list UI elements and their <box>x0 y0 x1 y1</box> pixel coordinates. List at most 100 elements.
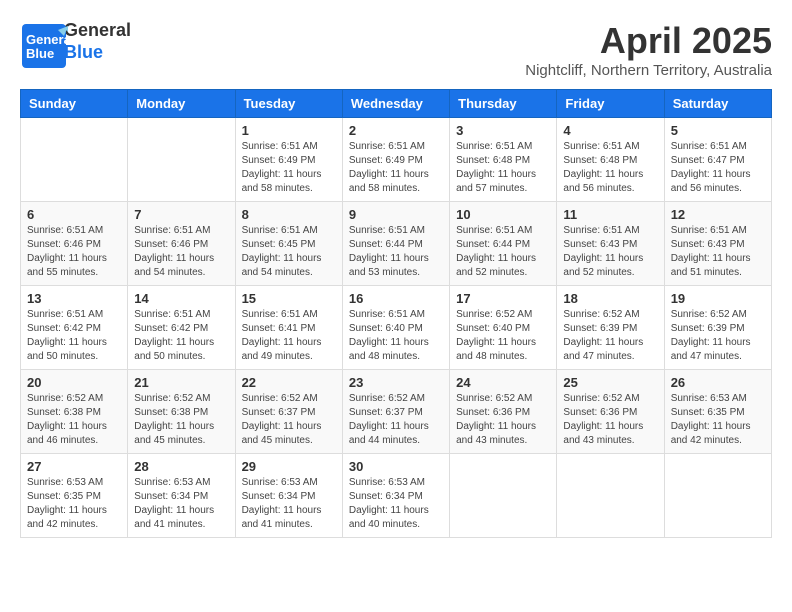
day-number: 10 <box>456 207 550 222</box>
day-header-saturday: Saturday <box>664 90 771 118</box>
calendar-cell: 8 Sunrise: 6:51 AMSunset: 6:45 PMDaylight… <box>235 202 342 286</box>
calendar-table: SundayMondayTuesdayWednesdayThursdayFrid… <box>20 89 772 538</box>
calendar-cell: 11Sunrise: 6:51 AMSunset: 6:43 PMDayligh… <box>557 202 664 286</box>
logo-icon: General Blue <box>20 22 60 62</box>
day-number: 30 <box>349 459 443 474</box>
calendar-cell: 19 Sunrise: 6:52 AMSunset: 6:39 PMDayligh… <box>664 286 771 370</box>
calendar-cell: 15 Sunrise: 6:51 AMSunset: 6:41 PMDayligh… <box>235 286 342 370</box>
day-number: 28 <box>134 459 228 474</box>
calendar-cell: 13Sunrise: 6:51 AMSunset: 6:42 PMDayligh… <box>21 286 128 370</box>
day-header-sunday: Sunday <box>21 90 128 118</box>
day-number: 4 <box>563 123 657 138</box>
day-number: 15 <box>242 291 336 306</box>
day-number: 11 <box>563 207 657 222</box>
calendar-week-2: 6 Sunrise: 6:51 AMSunset: 6:46 PMDaylight… <box>21 202 772 286</box>
day-info: Sunrise: 6:51 AMSunset: 6:44 PMDaylight:… <box>456 224 550 280</box>
calendar-cell: 20Sunrise: 6:52 AMSunset: 6:38 PMDayligh… <box>21 370 128 454</box>
page-header: General Blue General Blue April 2025 Nig… <box>20 20 772 79</box>
calendar-cell: 29 Sunrise: 6:53 AMSunset: 6:34 PMDayligh… <box>235 454 342 538</box>
day-info: Sunrise: 6:51 AMSunset: 6:46 PMDaylight:… <box>134 224 228 280</box>
day-header-tuesday: Tuesday <box>235 90 342 118</box>
day-number: 18 <box>563 291 657 306</box>
day-number: 26 <box>671 375 765 390</box>
day-number: 2 <box>349 123 443 138</box>
day-info: Sunrise: 6:51 AMSunset: 6:47 PMDaylight:… <box>671 140 765 196</box>
day-info: Sunrise: 6:52 AMSunset: 6:37 PMDaylight:… <box>242 392 336 448</box>
day-info: Sunrise: 6:51 AMSunset: 6:43 PMDaylight:… <box>671 224 765 280</box>
svg-text:Blue: Blue <box>26 46 54 61</box>
calendar-cell: 3Sunrise: 6:51 AMSunset: 6:48 PMDaylight… <box>450 118 557 202</box>
day-number: 5 <box>671 123 765 138</box>
day-info: Sunrise: 6:51 AMSunset: 6:49 PMDaylight:… <box>349 140 443 196</box>
calendar-cell: 26 Sunrise: 6:53 AMSunset: 6:35 PMDayligh… <box>664 370 771 454</box>
day-info: Sunrise: 6:52 AMSunset: 6:36 PMDaylight:… <box>563 392 657 448</box>
calendar-cell: 21 Sunrise: 6:52 AMSunset: 6:38 PMDayligh… <box>128 370 235 454</box>
day-number: 6 <box>27 207 121 222</box>
day-info: Sunrise: 6:53 AMSunset: 6:34 PMDaylight:… <box>349 476 443 532</box>
day-header-monday: Monday <box>128 90 235 118</box>
calendar-week-5: 27 Sunrise: 6:53 AMSunset: 6:35 PMDayligh… <box>21 454 772 538</box>
day-info: Sunrise: 6:51 AMSunset: 6:48 PMDaylight:… <box>456 140 550 196</box>
day-info: Sunrise: 6:51 AMSunset: 6:40 PMDaylight:… <box>349 308 443 364</box>
calendar-cell: 22 Sunrise: 6:52 AMSunset: 6:37 PMDayligh… <box>235 370 342 454</box>
day-info: Sunrise: 6:53 AMSunset: 6:35 PMDaylight:… <box>27 476 121 532</box>
day-info: Sunrise: 6:51 AMSunset: 6:41 PMDaylight:… <box>242 308 336 364</box>
calendar-week-1: 1 Sunrise: 6:51 AMSunset: 6:49 PMDaylight… <box>21 118 772 202</box>
day-header-thursday: Thursday <box>450 90 557 118</box>
day-info: Sunrise: 6:51 AMSunset: 6:48 PMDaylight:… <box>563 140 657 196</box>
day-number: 17 <box>456 291 550 306</box>
calendar-cell: 9 Sunrise: 6:51 AMSunset: 6:44 PMDaylight… <box>342 202 449 286</box>
day-info: Sunrise: 6:52 AMSunset: 6:39 PMDaylight:… <box>671 308 765 364</box>
calendar-cell: 7 Sunrise: 6:51 AMSunset: 6:46 PMDaylight… <box>128 202 235 286</box>
title-block: April 2025 Nightcliff, Northern Territor… <box>525 20 772 79</box>
calendar-header-row: SundayMondayTuesdayWednesdayThursdayFrid… <box>21 90 772 118</box>
day-number: 21 <box>134 375 228 390</box>
day-info: Sunrise: 6:52 AMSunset: 6:38 PMDaylight:… <box>134 392 228 448</box>
day-number: 14 <box>134 291 228 306</box>
calendar-cell: 10 Sunrise: 6:51 AMSunset: 6:44 PMDayligh… <box>450 202 557 286</box>
calendar-cell: 5 Sunrise: 6:51 AMSunset: 6:47 PMDaylight… <box>664 118 771 202</box>
day-number: 22 <box>242 375 336 390</box>
day-info: Sunrise: 6:51 AMSunset: 6:42 PMDaylight:… <box>134 308 228 364</box>
day-info: Sunrise: 6:53 AMSunset: 6:35 PMDaylight:… <box>671 392 765 448</box>
calendar-cell: 4 Sunrise: 6:51 AMSunset: 6:48 PMDaylight… <box>557 118 664 202</box>
day-number: 23 <box>349 375 443 390</box>
calendar-cell: 27 Sunrise: 6:53 AMSunset: 6:35 PMDayligh… <box>21 454 128 538</box>
day-number: 16 <box>349 291 443 306</box>
calendar-cell: 6 Sunrise: 6:51 AMSunset: 6:46 PMDaylight… <box>21 202 128 286</box>
day-number: 29 <box>242 459 336 474</box>
day-info: Sunrise: 6:52 AMSunset: 6:40 PMDaylight:… <box>456 308 550 364</box>
day-info: Sunrise: 6:52 AMSunset: 6:36 PMDaylight:… <box>456 392 550 448</box>
location-subtitle: Nightcliff, Northern Territory, Australi… <box>525 62 772 79</box>
day-info: Sunrise: 6:51 AMSunset: 6:44 PMDaylight:… <box>349 224 443 280</box>
day-number: 7 <box>134 207 228 222</box>
logo: General Blue General Blue <box>20 20 131 63</box>
calendar-cell: 1 Sunrise: 6:51 AMSunset: 6:49 PMDaylight… <box>235 118 342 202</box>
day-info: Sunrise: 6:53 AMSunset: 6:34 PMDaylight:… <box>242 476 336 532</box>
calendar-week-3: 13 Sunrise: 6:51 AMSunset: 6:42 PMDayligh… <box>21 286 772 370</box>
day-info: Sunrise: 6:51 AMSunset: 6:45 PMDaylight:… <box>242 224 336 280</box>
day-info: Sunrise: 6:51 AMSunset: 6:46 PMDaylight:… <box>27 224 121 280</box>
day-number: 1 <box>242 123 336 138</box>
calendar-cell: 23Sunrise: 6:52 AMSunset: 6:37 PMDayligh… <box>342 370 449 454</box>
calendar-cell: 12Sunrise: 6:51 AMSunset: 6:43 PMDayligh… <box>664 202 771 286</box>
day-number: 19 <box>671 291 765 306</box>
calendar-cell: 28 Sunrise: 6:53 AMSunset: 6:34 PMDayligh… <box>128 454 235 538</box>
calendar-week-4: 20Sunrise: 6:52 AMSunset: 6:38 PMDayligh… <box>21 370 772 454</box>
calendar-cell <box>21 118 128 202</box>
calendar-cell: 18Sunrise: 6:52 AMSunset: 6:39 PMDayligh… <box>557 286 664 370</box>
day-number: 27 <box>27 459 121 474</box>
day-number: 9 <box>349 207 443 222</box>
calendar-cell: 14 Sunrise: 6:51 AMSunset: 6:42 PMDayligh… <box>128 286 235 370</box>
day-info: Sunrise: 6:53 AMSunset: 6:34 PMDaylight:… <box>134 476 228 532</box>
day-number: 24 <box>456 375 550 390</box>
calendar-cell: 24 Sunrise: 6:52 AMSunset: 6:36 PMDayligh… <box>450 370 557 454</box>
calendar-cell: 17 Sunrise: 6:52 AMSunset: 6:40 PMDayligh… <box>450 286 557 370</box>
day-number: 8 <box>242 207 336 222</box>
day-header-wednesday: Wednesday <box>342 90 449 118</box>
day-info: Sunrise: 6:51 AMSunset: 6:49 PMDaylight:… <box>242 140 336 196</box>
day-number: 25 <box>563 375 657 390</box>
day-number: 13 <box>27 291 121 306</box>
calendar-cell <box>450 454 557 538</box>
calendar-cell: 16 Sunrise: 6:51 AMSunset: 6:40 PMDayligh… <box>342 286 449 370</box>
